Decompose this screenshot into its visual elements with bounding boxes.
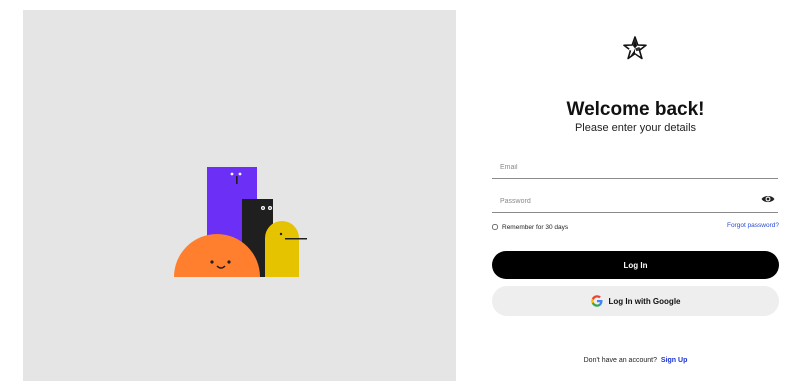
illustration-panel <box>23 10 456 381</box>
signup-prompt: Don't have an account? <box>583 357 657 364</box>
email-field[interactable] <box>492 157 778 179</box>
password-field[interactable] <box>492 191 778 213</box>
page-title: Welcome back! <box>566 99 705 120</box>
page-subtitle: Please enter your details <box>574 122 697 134</box>
login-form-panel: Welcome back! Please enter your details … <box>456 0 803 381</box>
characters-illustration <box>174 167 307 277</box>
signup-link[interactable]: Sign Up <box>661 357 687 364</box>
login-button[interactable]: Log In <box>492 251 779 279</box>
remember-row: Remember for 30 days <box>492 222 568 232</box>
remember-checkbox[interactable] <box>492 224 498 230</box>
login-page: Welcome back! Please enter your details … <box>0 0 803 381</box>
star-logo-icon <box>623 36 647 60</box>
google-login-label: Log In with Google <box>608 296 681 306</box>
eye-icon[interactable] <box>761 193 775 205</box>
signup-row: Don't have an account? Sign Up <box>456 357 803 364</box>
forgot-password-link[interactable]: Forgot password? <box>727 222 779 229</box>
yellow-character <box>265 221 299 277</box>
google-login-button[interactable]: Log In with Google <box>492 286 779 316</box>
remember-label: Remember for 30 days <box>502 223 569 231</box>
google-icon <box>590 295 602 307</box>
